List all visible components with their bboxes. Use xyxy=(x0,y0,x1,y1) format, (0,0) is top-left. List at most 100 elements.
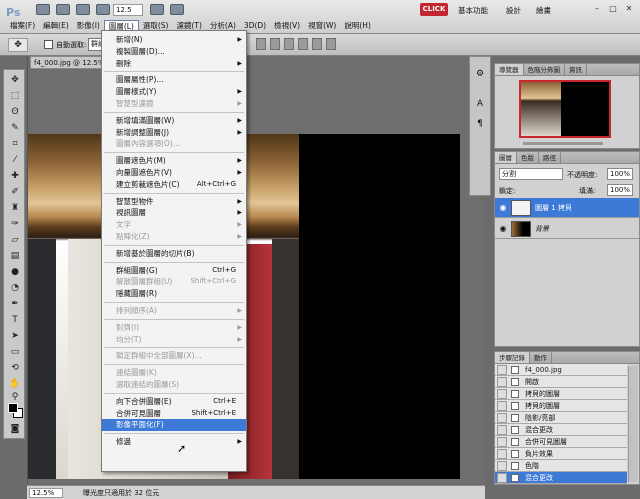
menu-file[interactable]: 檔案(F) xyxy=(6,20,39,32)
character-icon[interactable]: A xyxy=(473,97,487,111)
workspace-basic[interactable]: 基本功能 xyxy=(458,5,488,16)
distribute-icon[interactable] xyxy=(298,38,308,50)
workspace-design[interactable]: 設計 xyxy=(506,5,521,16)
history-source-box[interactable] xyxy=(497,473,507,483)
layer-menu-item[interactable]: 複製圖層(D)... xyxy=(102,46,246,58)
layer-menu-item[interactable]: 隱藏圖層(R) xyxy=(102,288,246,300)
document-window[interactable]: f4_000.jpg @ 12.5% ( xyxy=(27,56,485,484)
hand-icon[interactable] xyxy=(96,4,110,15)
tab-info[interactable]: 資訊 xyxy=(565,64,587,75)
opacity-field[interactable]: 100% xyxy=(607,168,633,180)
quick-select-tool-icon[interactable]: ✎ xyxy=(7,121,23,135)
history-scrollbar[interactable] xyxy=(628,366,638,482)
history-item[interactable]: f4_000.jpg xyxy=(495,364,627,376)
tab-history[interactable]: 步驟記錄 xyxy=(495,352,530,363)
gradient-tool-icon[interactable]: ▤ xyxy=(7,249,23,263)
layer-menu-item[interactable]: 圖層樣式(Y) ▶ xyxy=(102,86,246,98)
history-item[interactable]: 開啟 xyxy=(495,376,627,388)
brush-tool-icon[interactable]: ✐ xyxy=(7,185,23,199)
blur-tool-icon[interactable]: ● xyxy=(7,265,23,279)
history-item[interactable]: 負片效果 xyxy=(495,448,627,460)
path-select-tool-icon[interactable]: ➤ xyxy=(7,329,23,343)
close-button[interactable]: ✕ xyxy=(622,3,636,15)
tab-navigator[interactable]: 導覽器 xyxy=(495,64,524,75)
distribute-icon[interactable] xyxy=(326,38,336,50)
maximize-button[interactable]: □ xyxy=(606,3,620,15)
history-source-box[interactable] xyxy=(497,413,507,423)
layer-menu-item[interactable]: 向下合併圖層(E) Ctrl+E xyxy=(102,396,246,408)
marquee-tool-icon[interactable]: ⬚ xyxy=(7,89,23,103)
history-source-box[interactable] xyxy=(497,377,507,387)
layer-menu-item[interactable]: 視訊圖層 ▶ xyxy=(102,207,246,219)
align-icon[interactable] xyxy=(284,38,294,50)
align-icon[interactable] xyxy=(270,38,280,50)
layer-menu-item[interactable]: 圖層屬性(P)... xyxy=(102,74,246,86)
history-source-box[interactable] xyxy=(497,461,507,471)
paragraph-icon[interactable]: ¶ xyxy=(473,117,487,131)
document-tab[interactable]: f4_000.jpg @ 12.5% ( xyxy=(30,56,110,69)
screen-mode-icon[interactable] xyxy=(170,4,184,15)
tab-channels[interactable]: 色版 xyxy=(517,152,539,163)
history-brush-tool-icon[interactable]: ✑ xyxy=(7,217,23,231)
healing-brush-tool-icon[interactable]: ✚ xyxy=(7,169,23,183)
tab-paths[interactable]: 路徑 xyxy=(539,152,561,163)
menu-image[interactable]: 影像(I) xyxy=(73,20,104,32)
align-icon[interactable] xyxy=(256,38,266,50)
history-item[interactable]: 合併可見圖層 xyxy=(495,436,627,448)
history-source-box[interactable] xyxy=(497,389,507,399)
pen-tool-icon[interactable]: ✒ xyxy=(7,297,23,311)
move-tool-icon[interactable]: ✥ xyxy=(7,73,23,87)
workspace-paint[interactable]: 繪畫 xyxy=(536,5,551,16)
minimize-button[interactable]: – xyxy=(590,3,604,15)
fill-field[interactable]: 100% xyxy=(607,184,633,196)
layer-menu-item[interactable]: 建立剪裁遮色片(C) Alt+Ctrl+G xyxy=(102,179,246,191)
history-source-box[interactable] xyxy=(497,449,507,459)
layer-menu-item[interactable]: 新增填滿圖層(W) ▶ xyxy=(102,115,246,127)
layer-row[interactable]: ◉ 背景 xyxy=(495,219,639,239)
layer-menu-item[interactable]: 合併可見圖層 Shift+Ctrl+E xyxy=(102,408,246,420)
layer-menu-item[interactable]: 群組圖層(G) Ctrl+G xyxy=(102,265,246,277)
type-tool-icon[interactable]: T xyxy=(7,313,23,327)
history-source-box[interactable] xyxy=(497,401,507,411)
shape-tool-icon[interactable]: ▭ xyxy=(7,345,23,359)
blend-mode-select[interactable]: 分割 xyxy=(499,168,563,180)
dodge-tool-icon[interactable]: ◔ xyxy=(7,281,23,295)
menu-window[interactable]: 視窗(W) xyxy=(304,20,340,32)
tab-actions[interactable]: 動作 xyxy=(530,352,552,363)
eraser-tool-icon[interactable]: ▱ xyxy=(7,233,23,247)
auto-select-checkbox[interactable] xyxy=(44,40,53,49)
layer-row[interactable]: ◉ 圖層 1 拷貝 xyxy=(495,198,639,218)
navigator-zoom-slider[interactable] xyxy=(523,142,603,145)
zoom-level-field[interactable]: 12.5 xyxy=(113,4,143,16)
foreground-color-swatch[interactable] xyxy=(8,403,18,413)
layer-menu-item[interactable]: 刪除 ▶ xyxy=(102,58,246,70)
lasso-tool-icon[interactable]: ʘ xyxy=(7,105,23,119)
menu-edit[interactable]: 編輯(E) xyxy=(39,20,73,32)
layer-menu-item[interactable]: 修邊 ▶ xyxy=(102,436,246,448)
layer-menu-item[interactable]: 向量圖遮色片(V) ▶ xyxy=(102,167,246,179)
arrange-documents-icon[interactable] xyxy=(150,4,164,15)
minibridge-icon[interactable] xyxy=(56,4,70,15)
distribute-icon[interactable] xyxy=(312,38,322,50)
layer-menu-item[interactable]: 新增調整圖層(J) ▶ xyxy=(102,127,246,139)
layer-menu-item[interactable]: 智慧型物件 ▶ xyxy=(102,196,246,208)
bridge-icon[interactable] xyxy=(36,4,50,15)
hand-tool-icon[interactable]: ✋ xyxy=(7,377,23,391)
status-zoom-field[interactable]: 12.5% xyxy=(29,488,63,498)
eye-icon[interactable]: ◉ xyxy=(498,224,508,234)
history-item[interactable]: 拷貝的圖層 xyxy=(495,400,627,412)
clone-stamp-tool-icon[interactable]: ♜ xyxy=(7,201,23,215)
history-item[interactable]: 陰影/亮部 xyxy=(495,412,627,424)
history-item[interactable]: 混合更改 xyxy=(495,424,627,436)
view-extras-icon[interactable] xyxy=(76,4,90,15)
history-source-box[interactable] xyxy=(497,365,507,375)
history-item[interactable]: 色階 xyxy=(495,460,627,472)
crop-tool-icon[interactable]: ⌗ xyxy=(7,137,23,151)
click-button[interactable]: CLICK xyxy=(420,3,448,16)
move-tool-preset-icon[interactable]: ✥ xyxy=(8,38,28,52)
menu-view[interactable]: 檢視(V) xyxy=(270,20,304,32)
eyedropper-tool-icon[interactable]: ⁄ xyxy=(7,153,23,167)
history-source-box[interactable] xyxy=(497,437,507,447)
zoom-tool-icon[interactable]: ⚲ xyxy=(7,390,23,404)
history-item[interactable]: 拷貝的圖層 xyxy=(495,388,627,400)
